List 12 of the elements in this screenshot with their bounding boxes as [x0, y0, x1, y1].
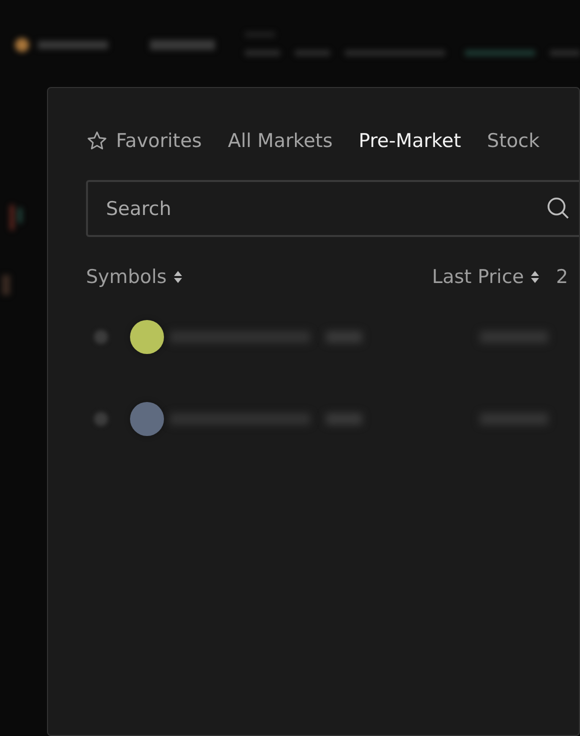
- column-header[interactable]: Last Price: [432, 266, 540, 288]
- star-icon: [86, 130, 108, 152]
- market-tab[interactable]: Pre-Market: [358, 130, 462, 152]
- market-tab[interactable]: All Markets: [228, 130, 333, 152]
- sort-icon: [530, 270, 540, 284]
- search-icon: [546, 196, 570, 220]
- search-field[interactable]: Search: [86, 180, 579, 237]
- column-header[interactable]: Symbols: [86, 266, 183, 288]
- market-tab[interactable]: Stock: [487, 130, 540, 152]
- market-tab[interactable]: Favorites: [86, 130, 202, 152]
- column-header: 2: [556, 266, 568, 288]
- sort-icon: [172, 270, 183, 284]
